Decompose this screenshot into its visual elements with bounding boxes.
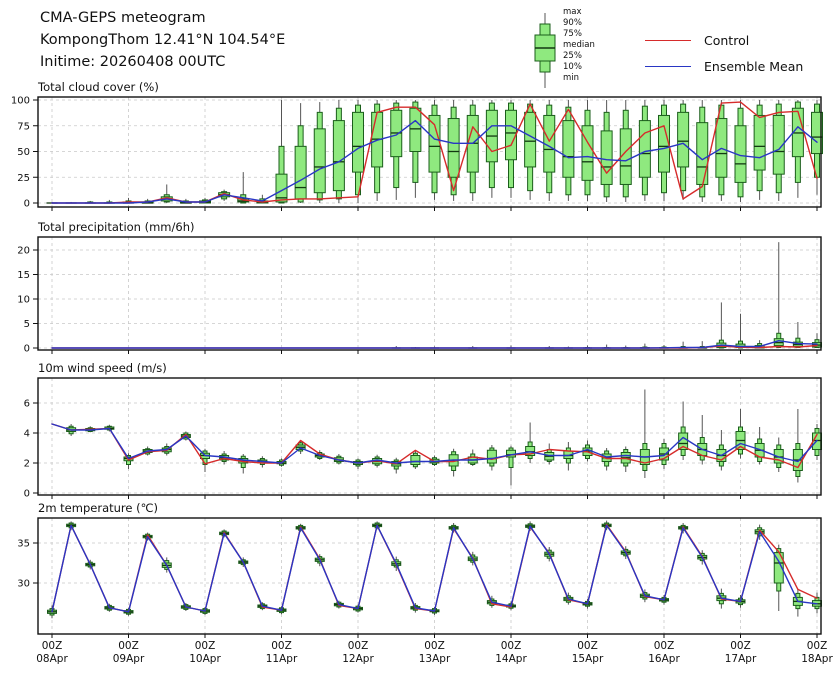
svg-text:13Apr: 13Apr [419,653,451,665]
legend-label-median: median [563,40,595,51]
svg-text:50: 50 [17,147,30,158]
panel-title-wind: 10m wind speed (m/s) [38,361,167,375]
control-line-swatch [645,40,691,41]
temperature-plot: 303500Z08Apr00Z09Apr00Z10Apr00Z11Apr00Z1… [0,516,840,666]
svg-text:00Z: 00Z [348,640,369,652]
legend-label-min: min [563,73,595,84]
svg-text:0: 0 [24,489,30,500]
svg-text:35: 35 [17,539,30,550]
svg-text:11Apr: 11Apr [266,653,298,665]
svg-text:17Apr: 17Apr [725,653,757,665]
svg-text:75: 75 [17,121,30,132]
svg-text:00Z: 00Z [807,640,828,652]
svg-text:00Z: 00Z [271,640,292,652]
svg-text:00Z: 00Z [501,640,522,652]
control-label: Control [704,33,749,48]
location-line: KompongThom 12.41°N 104.54°E [40,30,285,50]
svg-text:00Z: 00Z [730,640,751,652]
svg-text:18Apr: 18Apr [801,653,833,665]
init-time-line: Initime: 20260408 00UTC [40,52,225,72]
svg-text:12Apr: 12Apr [342,653,374,665]
cloud-cover-plot: 0 25 50 75 100 [0,95,840,213]
svg-text:5: 5 [24,319,30,330]
svg-text:10Apr: 10Apr [189,653,221,665]
legend-label-10: 10% [563,62,595,73]
svg-text:20: 20 [17,246,30,257]
svg-text:2: 2 [24,459,30,470]
svg-text:00Z: 00Z [654,640,675,652]
app-title: CMA-GEPS meteogram [40,8,206,28]
svg-text:100: 100 [11,96,30,107]
svg-text:25: 25 [17,173,30,184]
legend-control: Control [645,30,749,46]
svg-text:30: 30 [17,579,30,590]
svg-text:15Apr: 15Apr [572,653,604,665]
precipitation-plot: 0 5 10 15 20 [0,235,840,357]
legend-label-max: max [563,7,595,18]
svg-text:08Apr: 08Apr [36,653,68,665]
legend-label-75: 75% [563,29,595,40]
legend-box-labels: max 90% 75% median 25% 10% min [563,7,595,84]
svg-text:10: 10 [17,295,30,306]
svg-text:09Apr: 09Apr [113,653,145,665]
svg-text:4: 4 [24,429,30,440]
wind-speed-plot: 0 2 4 6 [0,376,840,502]
svg-text:00Z: 00Z [42,640,63,652]
legend-label-25: 25% [563,51,595,62]
svg-text:15: 15 [17,270,30,281]
svg-text:00Z: 00Z [195,640,216,652]
panel-title-cloud: Total cloud cover (%) [38,80,159,94]
svg-text:00Z: 00Z [577,640,598,652]
svg-text:0: 0 [24,199,30,210]
svg-text:16Apr: 16Apr [648,653,680,665]
svg-text:00Z: 00Z [118,640,139,652]
ensemble-mean-line-swatch [645,66,691,67]
panel-title-precip: Total precipitation (mm/6h) [38,220,194,234]
svg-text:6: 6 [24,399,30,410]
legend-label-90: 90% [563,18,595,29]
ensemble-mean-label: Ensemble Mean [704,59,803,74]
svg-text:00Z: 00Z [424,640,445,652]
svg-text:14Apr: 14Apr [495,653,527,665]
svg-text:0: 0 [24,344,30,355]
panel-title-temp: 2m temperature (℃) [38,501,158,515]
meteogram-figure: CMA-GEPS meteogram KompongThom 12.41°N 1… [0,0,840,680]
legend-ensemble-mean: Ensemble Mean [645,56,803,72]
